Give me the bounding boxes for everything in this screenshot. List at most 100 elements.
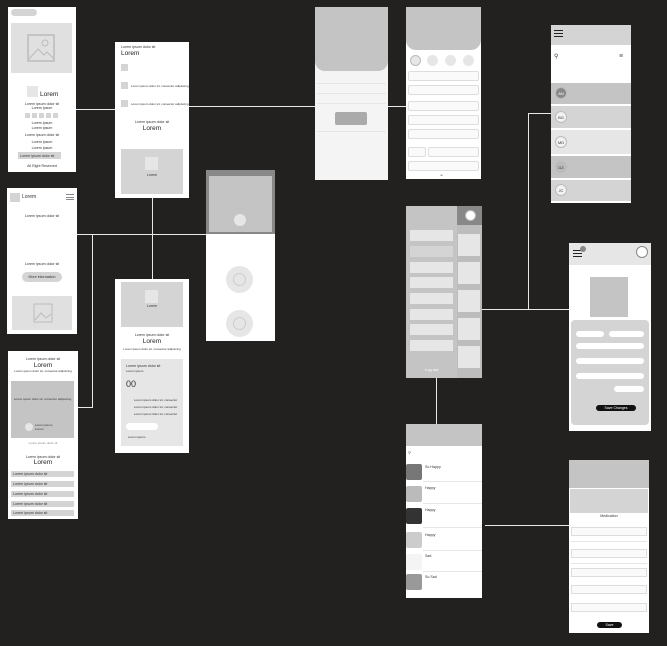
action-button[interactable]: [126, 423, 158, 430]
field-pill[interactable]: [576, 331, 604, 337]
form-field[interactable]: [428, 147, 479, 157]
checkbox[interactable]: [121, 64, 128, 71]
screen-dashboard: Log out: [406, 206, 482, 378]
form-field[interactable]: [408, 129, 479, 139]
logout-link[interactable]: Log out: [425, 367, 438, 373]
header-shape: [406, 7, 481, 50]
divider: [423, 481, 482, 482]
screen-info: Lorem Lorem ipsum dolor sit Lorem ipsum …: [7, 188, 77, 334]
connector: [485, 525, 569, 526]
screen-login: [315, 7, 388, 180]
screen-users: ⚲ ≡ AN BG MD DZ JC: [551, 25, 631, 203]
text-line: Lorem ipsum: [31, 140, 53, 144]
person-role: Lorem: [35, 427, 44, 431]
menu-item[interactable]: [410, 309, 453, 320]
thumb-card[interactable]: [458, 346, 480, 368]
input-line: [317, 93, 386, 94]
field-pill[interactable]: [576, 373, 644, 379]
medication-field[interactable]: [571, 568, 647, 577]
highlight-text: Lorem ipsum dolor sit: [20, 154, 55, 158]
text-line: Lorem ipsum dolor sit: [24, 214, 60, 218]
hamburger-icon[interactable]: [554, 30, 563, 37]
form-field[interactable]: [408, 71, 479, 81]
save-changes-button[interactable]: Save Changes: [596, 405, 636, 411]
mood-label: So Sad: [425, 575, 437, 579]
save-button[interactable]: Save: [597, 622, 622, 628]
menu-item[interactable]: [410, 293, 453, 304]
menu-item[interactable]: [410, 340, 453, 351]
image-icon: [145, 290, 158, 303]
form-field[interactable]: [408, 101, 479, 111]
media-thumb-1-inner: [233, 273, 246, 286]
play-button[interactable]: [234, 214, 246, 226]
field-pill[interactable]: [576, 358, 644, 364]
title: Lorem: [121, 50, 140, 57]
step-dot[interactable]: [445, 55, 456, 66]
mood-swatch[interactable]: [406, 508, 422, 524]
checkbox[interactable]: [121, 100, 128, 107]
form-field-small[interactable]: [408, 147, 426, 157]
step-dot[interactable]: [427, 55, 438, 66]
link-text[interactable]: Lorem ipsum dolor sit: [8, 441, 78, 446]
user-avatar: BG: [555, 111, 567, 123]
text-line: Lorem ipsum dolor sit: [24, 133, 60, 137]
field-pill[interactable]: [614, 386, 644, 392]
hamburger-icon[interactable]: [66, 194, 74, 200]
divider: [423, 550, 482, 551]
divider: [423, 503, 482, 504]
menu-item[interactable]: [410, 246, 453, 257]
menu-item[interactable]: [410, 277, 453, 288]
mood-swatch[interactable]: [406, 574, 422, 590]
user-icon[interactable]: [465, 210, 476, 221]
input-line: [317, 83, 386, 84]
divider: [423, 571, 482, 572]
screen-profile: Save Changes: [569, 243, 651, 431]
footer-text: All Right Reserved: [27, 164, 57, 168]
medication-field[interactable]: [571, 603, 647, 612]
menu-item[interactable]: [410, 230, 453, 241]
list-item-text: Lorem ipsum dolor sit: [13, 511, 48, 515]
input-line: [317, 103, 386, 104]
field-pill[interactable]: [576, 343, 644, 349]
top-bar: [569, 460, 649, 488]
chevron-down-icon[interactable]: ⌄: [439, 172, 444, 178]
form-field[interactable]: [408, 85, 479, 95]
thumb-card[interactable]: [458, 262, 480, 284]
thumb-card[interactable]: [458, 290, 480, 312]
filter-icon[interactable]: ≡: [619, 53, 623, 60]
screen-content-list: Lorem ipsum dolor sit Lorem Lorem ipsum …: [8, 351, 78, 519]
thumb-card[interactable]: [458, 318, 480, 340]
mood-label: So Happy: [425, 465, 441, 469]
mood-swatch[interactable]: [406, 486, 422, 502]
form-field[interactable]: [408, 115, 479, 125]
connector: [528, 113, 529, 310]
field-pill[interactable]: [609, 331, 644, 337]
screen-mood: ⚲ So Happy Happy Happy Happy Sad So Sad: [406, 424, 482, 598]
medication-field[interactable]: [571, 549, 647, 558]
person-avatar: [25, 423, 33, 431]
dot: [39, 113, 44, 118]
mood-swatch[interactable]: [406, 532, 422, 548]
medication-field[interactable]: [571, 527, 647, 536]
image-text: Lorem ipsum dolor sit, consectur adipisc…: [13, 397, 72, 401]
title: Lorem: [33, 362, 53, 369]
search-icon[interactable]: ⚲: [408, 450, 411, 456]
step-dot[interactable]: [463, 55, 474, 66]
user-icon[interactable]: [636, 246, 648, 258]
form-field[interactable]: [408, 161, 479, 171]
menu-item[interactable]: [410, 262, 453, 273]
mood-swatch[interactable]: [406, 554, 422, 570]
thumb-card[interactable]: [458, 234, 480, 256]
mood-swatch[interactable]: [406, 464, 422, 480]
connector: [189, 106, 315, 107]
list-text: Lorem ipsum dolor sit, consectur: [134, 412, 178, 416]
logo-icon: [10, 193, 20, 202]
subtitle: Lorem ipsum dolor sit, consectur adipisc…: [123, 347, 181, 351]
login-button[interactable]: [335, 112, 367, 125]
medication-field[interactable]: [571, 585, 647, 594]
search-icon[interactable]: ⚲: [554, 54, 558, 60]
menu-item[interactable]: [410, 324, 453, 335]
title-2: Lorem: [33, 459, 53, 466]
step-dot[interactable]: [410, 55, 421, 66]
checkbox[interactable]: [121, 82, 128, 89]
